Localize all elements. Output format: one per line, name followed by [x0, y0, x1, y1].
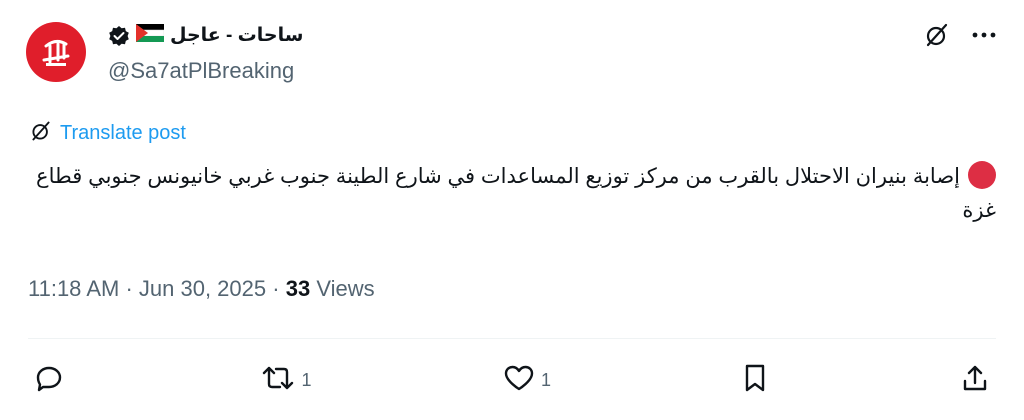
translate-row[interactable]: Translate post	[30, 120, 186, 147]
red-circle-icon	[968, 161, 996, 189]
like-count: 1	[540, 369, 551, 390]
meta-separator: ·	[272, 276, 280, 301]
post-date[interactable]: Jun 30, 2025	[139, 276, 266, 301]
share-button[interactable]	[960, 363, 990, 398]
top-actions	[924, 22, 996, 48]
share-icon	[960, 363, 990, 398]
bookmark-icon	[742, 363, 768, 398]
author-handle[interactable]: @Sa7atPlBreaking	[108, 58, 294, 84]
avatar-logo-icon	[42, 39, 70, 66]
repost-button[interactable]: 1	[261, 363, 312, 398]
action-bar: 1 1	[34, 362, 990, 398]
more-icon[interactable]	[972, 31, 996, 39]
divider	[28, 338, 996, 339]
post-text: إصابة بنيران الاحتلال بالقرب من مركز توز…	[36, 160, 996, 228]
like-icon	[503, 363, 535, 398]
post-body: إصابة بنيران الاحتلال بالقرب من مركز توز…	[36, 165, 996, 222]
translate-post-link[interactable]: Translate post	[60, 122, 186, 145]
repost-count: 1	[301, 369, 312, 390]
views-label: Views	[316, 276, 375, 301]
repost-icon	[261, 363, 295, 398]
author-name-row: ساحات - عاجل	[108, 24, 303, 47]
palestine-flag-icon	[135, 24, 165, 47]
author-display-name[interactable]: ساحات - عاجل	[170, 24, 303, 47]
verified-badge-icon	[108, 25, 130, 47]
views-count: 33	[285, 276, 311, 301]
avatar[interactable]	[26, 22, 86, 82]
bookmark-button[interactable]	[742, 363, 768, 398]
grok-icon[interactable]	[924, 22, 950, 48]
like-button[interactable]: 1	[503, 363, 551, 398]
meta-separator: ·	[125, 276, 133, 301]
post-meta: 11:18 AM · Jun 30, 2025 · 33 Views	[28, 276, 375, 302]
post-time[interactable]: 11:18 AM	[28, 276, 119, 301]
reply-icon	[34, 363, 64, 398]
reply-button[interactable]	[34, 363, 70, 398]
grok-icon	[30, 120, 52, 147]
